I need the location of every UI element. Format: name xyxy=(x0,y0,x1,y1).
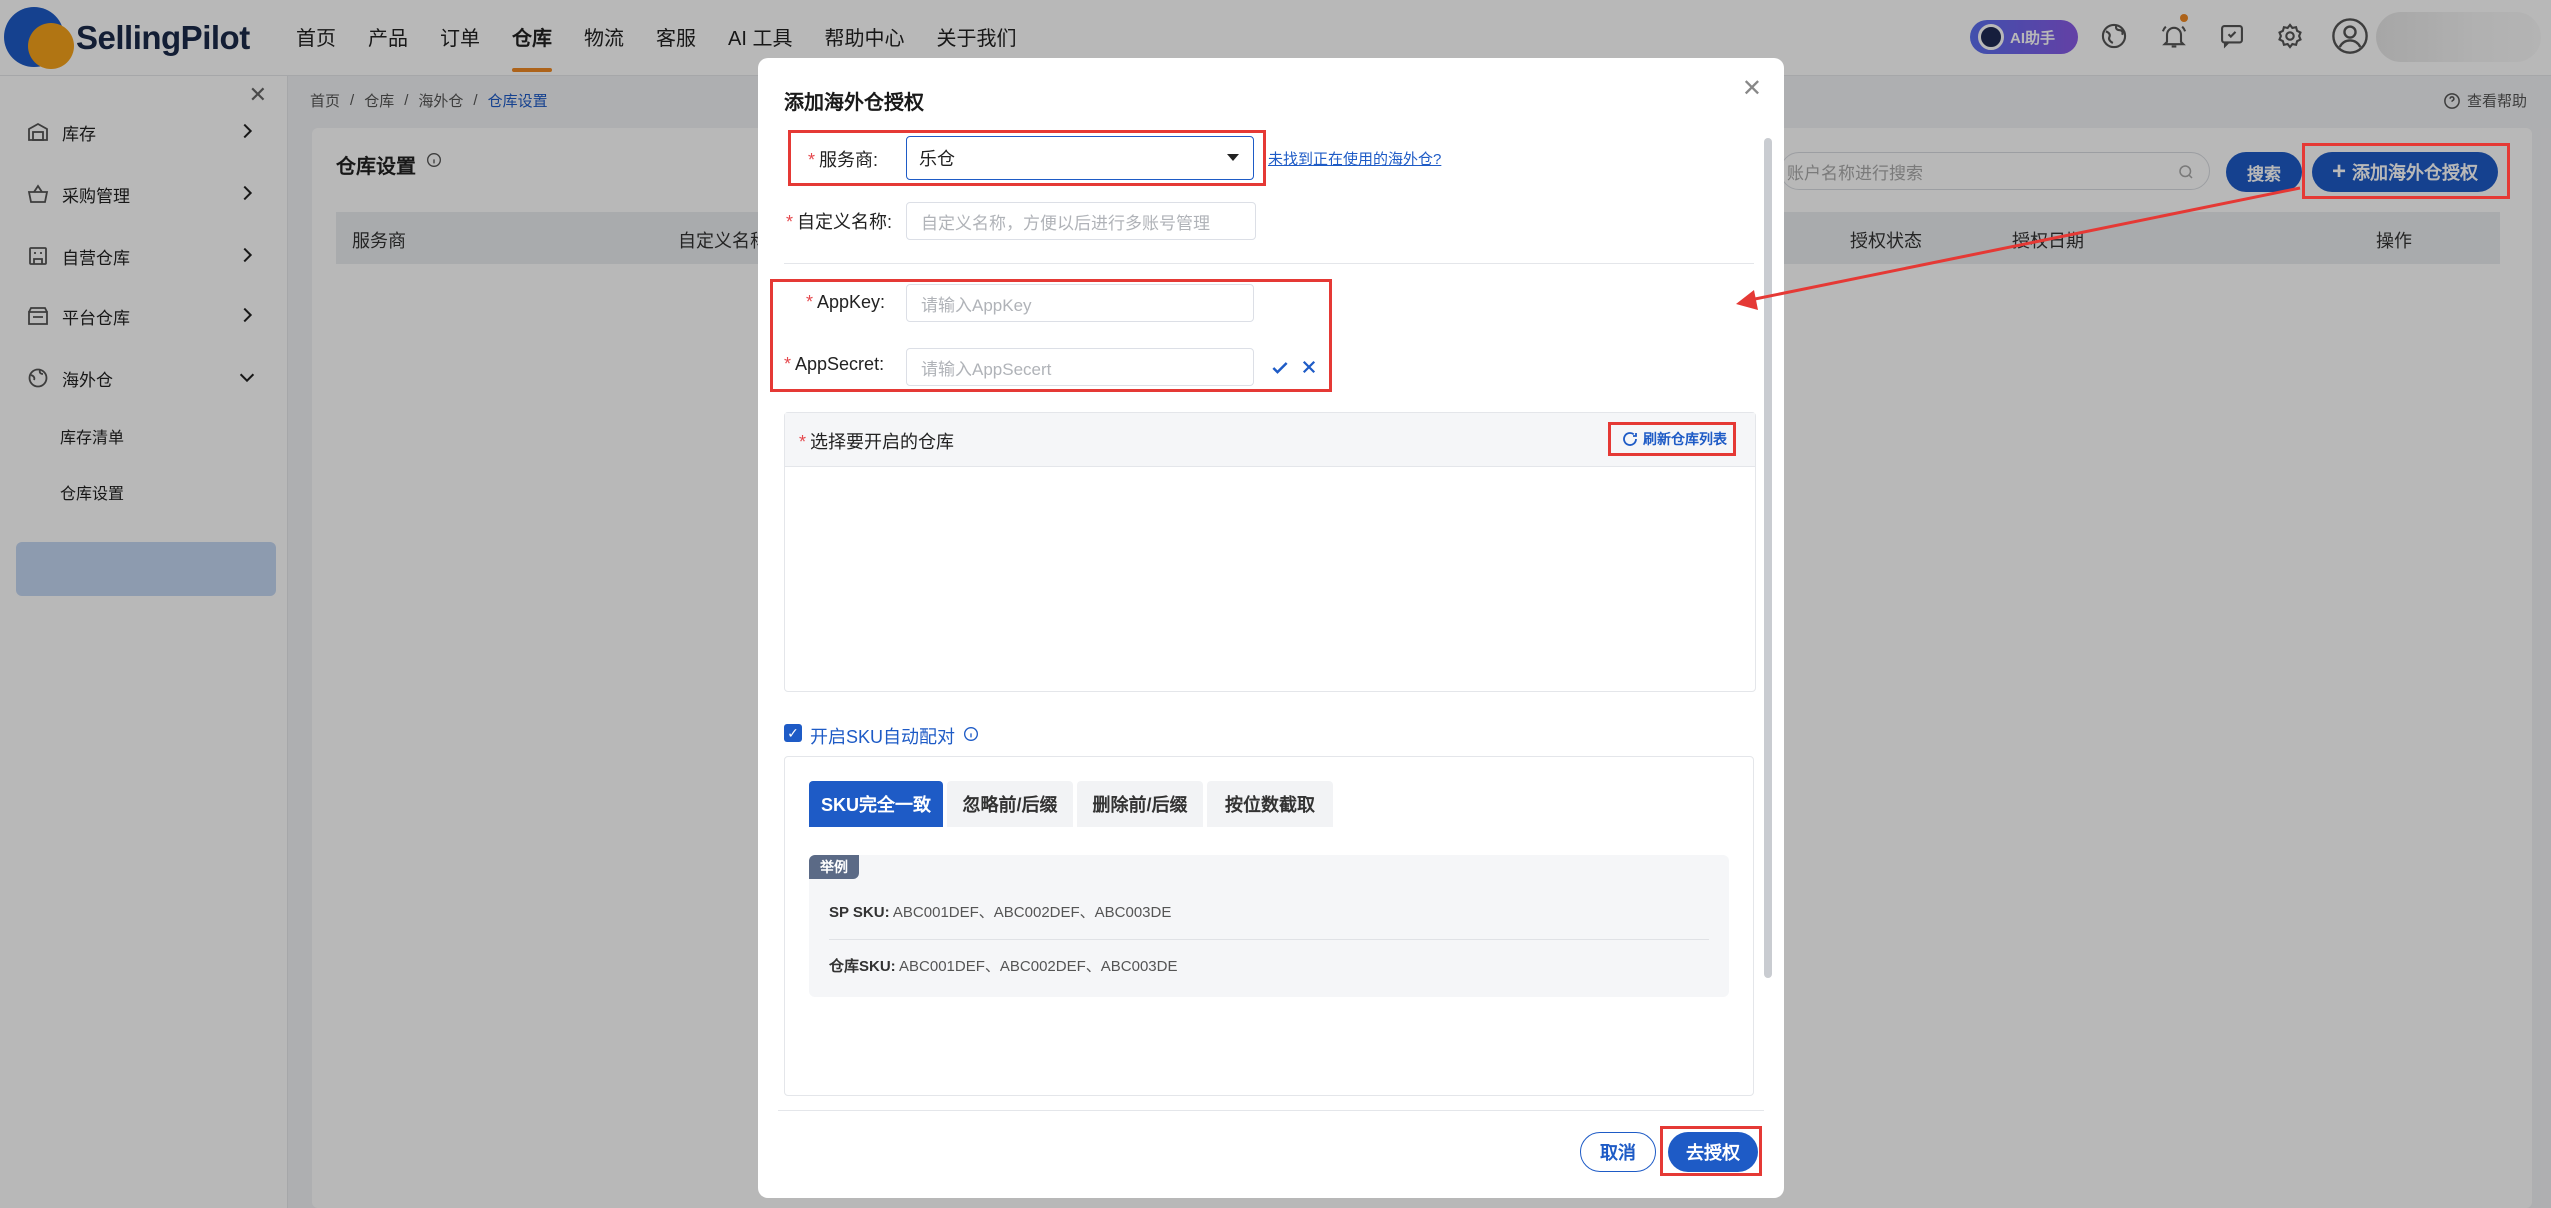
provider-label: * 服务商: xyxy=(808,150,879,170)
warehouse-select-panel: * 选择要开启的仓库 刷新仓库列表 xyxy=(784,412,1756,692)
example-warehouse-sku: 仓库SKU: ABC001DEF、ABC002DEF、ABC003DE xyxy=(829,955,1177,976)
warehouse-select-label: 选择要开启的仓库 xyxy=(810,432,955,452)
refresh-icon xyxy=(1623,432,1637,446)
appsecret-input[interactable]: 请输入AppSecert xyxy=(906,348,1254,386)
example-tag: 举例 xyxy=(809,855,859,879)
appkey-placeholder: 请输入AppKey xyxy=(921,295,1032,315)
clear-icon[interactable] xyxy=(1300,358,1318,376)
tab-sku-exact-match[interactable]: SKU完全一致 xyxy=(809,781,943,827)
example-sp-value: ABC001DEF、ABC002DEF、ABC003DE xyxy=(892,904,1172,921)
custom-name-label-text: 自定义名称: xyxy=(797,212,893,232)
appsecret-label-text: AppSecret: xyxy=(795,354,885,374)
provider-select[interactable]: 乐仓 xyxy=(906,136,1254,180)
section-divider xyxy=(784,263,1754,264)
authorize-button[interactable]: 去授权 xyxy=(1668,1132,1758,1172)
refresh-warehouse-list-button[interactable]: 刷新仓库列表 xyxy=(1615,423,1739,455)
modal-title: 添加海外仓授权 xyxy=(784,92,924,114)
footer-divider xyxy=(778,1110,1764,1111)
example-warehouse-label: 仓库SKU: xyxy=(829,958,896,975)
example-divider xyxy=(829,939,1709,940)
cancel-button[interactable]: 取消 xyxy=(1580,1132,1656,1172)
close-icon[interactable]: ✕ xyxy=(1742,74,1762,103)
check-icon[interactable] xyxy=(1270,358,1290,378)
sku-auto-match-text: 开启SKU自动配对 xyxy=(810,727,956,747)
provider-selected-value: 乐仓 xyxy=(919,149,955,169)
example-box: 举例 SP SKU: ABC001DEF、ABC002DEF、ABC003DE … xyxy=(809,855,1729,997)
example-sp-label: SP SKU: xyxy=(829,904,890,921)
warehouse-select-title: * 选择要开启的仓库 xyxy=(799,432,955,452)
add-warehouse-auth-modal: 添加海外仓授权 ✕ * 服务商: 乐仓 未找到正在使用的海外仓? * 自定义名称: … xyxy=(758,58,1784,1198)
tab-truncate-by-digits[interactable]: 按位数截取 xyxy=(1207,781,1333,827)
sku-auto-match-label[interactable]: 开启SKU自动配对 xyxy=(810,723,979,749)
warehouse-select-header: * 选择要开启的仓库 刷新仓库列表 xyxy=(785,413,1755,467)
sku-match-panel: SKU完全一致 忽略前/后缀 删除前/后缀 按位数截取 举例 SP SKU: A… xyxy=(784,756,1754,1096)
custom-name-input[interactable]: 自定义名称，方便以后进行多账号管理 xyxy=(906,202,1256,240)
appkey-label: * AppKey: xyxy=(806,292,886,312)
refresh-label: 刷新仓库列表 xyxy=(1643,431,1727,447)
appsecret-placeholder: 请输入AppSecert xyxy=(921,359,1052,379)
not-found-warehouse-link[interactable]: 未找到正在使用的海外仓? xyxy=(1268,148,1441,169)
example-sp-sku: SP SKU: ABC001DEF、ABC002DEF、ABC003DE xyxy=(829,901,1171,922)
custom-name-placeholder: 自定义名称，方便以后进行多账号管理 xyxy=(921,213,1210,233)
sku-auto-match-checkbox[interactable]: ✓ xyxy=(784,724,802,742)
tab-delete-prefix-suffix[interactable]: 删除前/后缀 xyxy=(1077,781,1203,827)
example-warehouse-value: ABC001DEF、ABC002DEF、ABC003DE xyxy=(899,958,1178,975)
custom-name-label: * 自定义名称: xyxy=(786,212,893,232)
info-icon[interactable] xyxy=(963,726,979,742)
modal-scrollbar[interactable] xyxy=(1764,138,1772,978)
appsecret-label: * AppSecret: xyxy=(784,354,885,374)
appkey-label-text: AppKey: xyxy=(817,292,886,312)
provider-label-text: 服务商: xyxy=(819,150,879,170)
caret-down-icon xyxy=(1227,154,1239,161)
appkey-input[interactable]: 请输入AppKey xyxy=(906,284,1254,322)
tab-ignore-prefix-suffix[interactable]: 忽略前/后缀 xyxy=(947,781,1073,827)
